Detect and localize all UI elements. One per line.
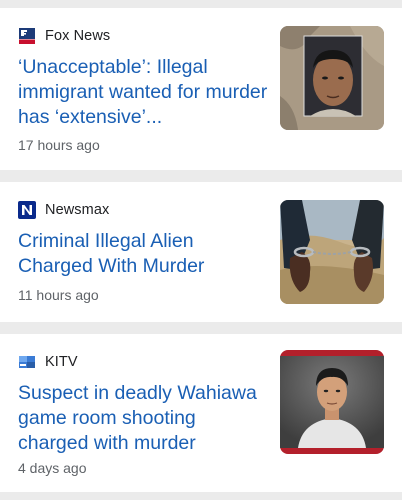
headline-link[interactable]: Criminal Illegal Alien Charged With Murd… <box>18 229 268 279</box>
source-name: Fox News <box>45 28 111 44</box>
headline-link[interactable]: ‘Unacceptable’: Illegal immigrant wanted… <box>18 55 268 130</box>
timestamp: 17 hours ago <box>18 137 100 153</box>
source-row: KITV <box>18 352 78 372</box>
headline-link[interactable]: Suspect in deadly Wahiawa game room shoo… <box>18 381 268 456</box>
news-card[interactable]: KITV Suspect in deadly Wahiawa game room… <box>0 334 402 492</box>
timestamp: 4 days ago <box>18 460 87 476</box>
kitv-logo-icon <box>18 353 36 371</box>
fox-news-logo-icon <box>18 27 36 45</box>
news-card[interactable]: Newsmax Criminal Illegal Alien Charged W… <box>0 182 402 322</box>
timestamp: 11 hours ago <box>18 287 99 303</box>
handcuffed-hands-thumbnail[interactable] <box>280 200 384 304</box>
mugshot-thumbnail[interactable] <box>280 26 384 130</box>
source-name: Newsmax <box>45 202 110 218</box>
news-feed: Fox News ‘Unacceptable’: Illegal immigra… <box>0 0 402 500</box>
source-name: KITV <box>45 354 78 370</box>
source-row: Fox News <box>18 26 110 46</box>
source-row: Newsmax <box>18 200 109 220</box>
suspect-portrait-thumbnail[interactable] <box>280 350 384 454</box>
news-card[interactable]: Fox News ‘Unacceptable’: Illegal immigra… <box>0 8 402 170</box>
newsmax-logo-icon <box>18 201 36 219</box>
